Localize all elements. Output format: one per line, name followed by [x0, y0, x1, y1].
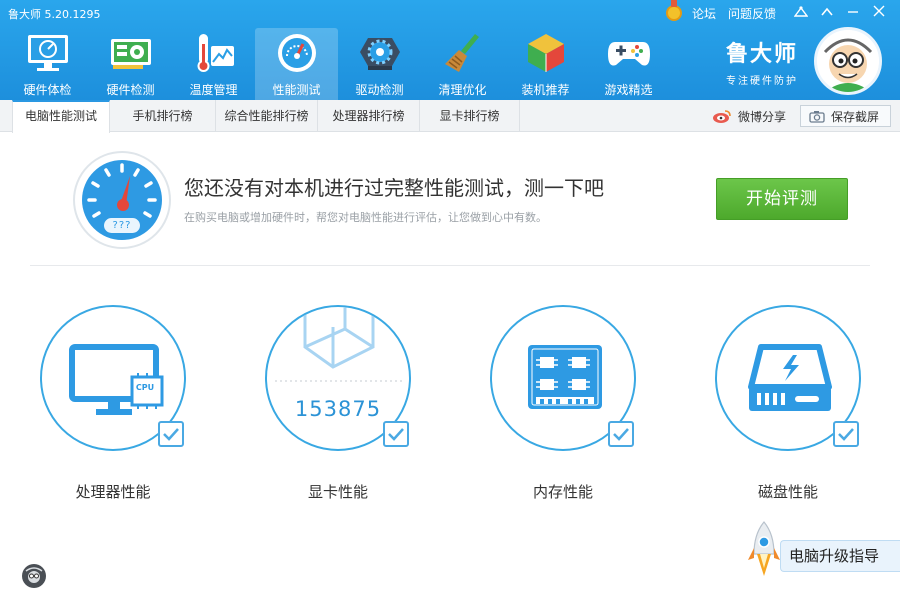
check-icon [163, 428, 179, 441]
gear-icon [360, 38, 400, 70]
save-screenshot-button[interactable]: 保存截屏 [800, 105, 891, 127]
monitor-icon [28, 35, 68, 71]
brand: 鲁大师 专注硬件防护 [726, 36, 798, 87]
hero-title: 您还没有对本机进行过完整性能测试，测一下吧 [184, 176, 604, 200]
camera-icon [809, 110, 825, 123]
nav-item-temperature[interactable]: 温度管理 [172, 28, 255, 100]
nav-label: 硬件体检 [23, 83, 72, 97]
tab-gpu-ranking[interactable]: 显卡排行榜 [420, 100, 520, 132]
avatar[interactable] [814, 27, 882, 95]
nav-label: 性能测试 [272, 83, 321, 97]
speedometer-icon [278, 34, 316, 72]
cpu-chip-badge: CPU [135, 383, 155, 392]
check-icon [388, 428, 404, 441]
title-bar: 鲁大师 5.20.1295 论坛 问题反馈 硬件体检 硬件检测 温度管理 性能测… [0, 0, 900, 100]
memory-performance-card[interactable]: 内存性能 [490, 305, 640, 515]
start-test-button[interactable]: 开始评测 [716, 178, 848, 220]
performance-gauge-icon [73, 151, 171, 249]
tab-phone-ranking[interactable]: 手机排行榜 [110, 100, 216, 132]
cpu-performance-card[interactable]: CPU 处理器性能 [40, 305, 190, 515]
nav-item-hardware-checkup[interactable]: 硬件体检 [6, 28, 89, 100]
main-nav: 硬件体检 硬件检测 温度管理 性能测试 驱动检测 清理优化 装机推荐 游戏精选 [6, 28, 670, 100]
disk-performance-card[interactable]: 磁盘性能 [715, 305, 865, 515]
gauge-value: ??? [112, 220, 132, 231]
minimize-icon[interactable] [840, 0, 866, 26]
cube-icon [528, 34, 564, 72]
weibo-icon [713, 110, 731, 123]
nav-item-hardware-detect[interactable]: 硬件检测 [89, 28, 172, 100]
divider [30, 265, 870, 266]
nav-label: 清理优化 [438, 83, 487, 97]
tab-pc-performance[interactable]: 电脑性能测试 [12, 100, 110, 133]
cpu-test-checkbox[interactable] [158, 421, 184, 447]
tab-overall-ranking[interactable]: 综合性能排行榜 [216, 100, 318, 132]
nav-label: 硬件检测 [106, 83, 155, 97]
gpu-performance-label: 显卡性能 [307, 483, 368, 501]
hero-description: 在购买电脑或增加硬件时，帮您对电脑性能进行评估，让您做到心中有数。 [184, 211, 547, 224]
weibo-share-button[interactable]: 微博分享 [712, 100, 786, 132]
check-icon [838, 428, 854, 441]
nav-item-build-recommend[interactable]: 装机推荐 [504, 28, 587, 100]
feedback-link[interactable]: 问题反馈 [728, 5, 776, 22]
disk-test-checkbox[interactable] [833, 421, 859, 447]
nav-label: 温度管理 [189, 83, 238, 97]
nav-item-clean-optimize[interactable]: 清理优化 [421, 28, 504, 100]
gpu-score: 153875 [294, 397, 382, 421]
top-links: 论坛 问题反馈 [665, 0, 900, 26]
nav-item-game-picks[interactable]: 游戏精选 [587, 28, 670, 100]
check-icon [613, 428, 629, 441]
mascot-icon [817, 30, 879, 92]
upgrade-guide-label: 电脑升级指导 [780, 540, 900, 572]
graphics-card-icon [111, 39, 151, 69]
rocket-icon [748, 521, 780, 576]
gamepad-icon [608, 42, 650, 66]
nav-label: 游戏精选 [604, 83, 653, 97]
nav-label: 装机推荐 [521, 83, 570, 97]
brand-tagline: 专注硬件防护 [726, 76, 798, 87]
nav-label: 驱动检测 [355, 83, 404, 97]
broom-icon [445, 34, 479, 72]
tab-list: 电脑性能测试 手机排行榜 综合性能排行榜 处理器排行榜 显卡排行榜 [12, 100, 520, 133]
memory-performance-label: 内存性能 [532, 483, 593, 501]
share-label: 微博分享 [738, 109, 787, 124]
skin-icon[interactable] [788, 0, 814, 26]
cpu-performance-label: 处理器性能 [75, 483, 151, 501]
memory-test-checkbox[interactable] [608, 421, 634, 447]
medal-icon[interactable] [665, 0, 682, 21]
gpu-test-checkbox[interactable] [383, 421, 409, 447]
upgrade-guide-button[interactable]: 电脑升级指导 [746, 520, 900, 586]
menu-icon[interactable] [814, 0, 840, 26]
tab-cpu-ranking[interactable]: 处理器排行榜 [318, 100, 420, 132]
disk-performance-label: 磁盘性能 [757, 483, 818, 501]
close-icon[interactable] [866, 0, 892, 26]
gpu-performance-card[interactable]: 153875 显卡性能 [265, 305, 415, 515]
save-label: 保存截屏 [831, 109, 880, 124]
forum-link[interactable]: 论坛 [692, 5, 716, 22]
nav-item-driver-detect[interactable]: 驱动检测 [338, 28, 421, 100]
sub-tab-bar: 电脑性能测试 手机排行榜 综合性能排行榜 处理器排行榜 显卡排行榜 微博分享 保… [0, 100, 900, 133]
nav-item-performance-test[interactable]: 性能测试 [255, 28, 338, 100]
thermometer-icon [197, 34, 234, 72]
app-title: 鲁大师 5.20.1295 [8, 8, 101, 21]
app-logo-icon[interactable] [21, 563, 47, 589]
brand-name: 鲁大师 [726, 42, 799, 67]
